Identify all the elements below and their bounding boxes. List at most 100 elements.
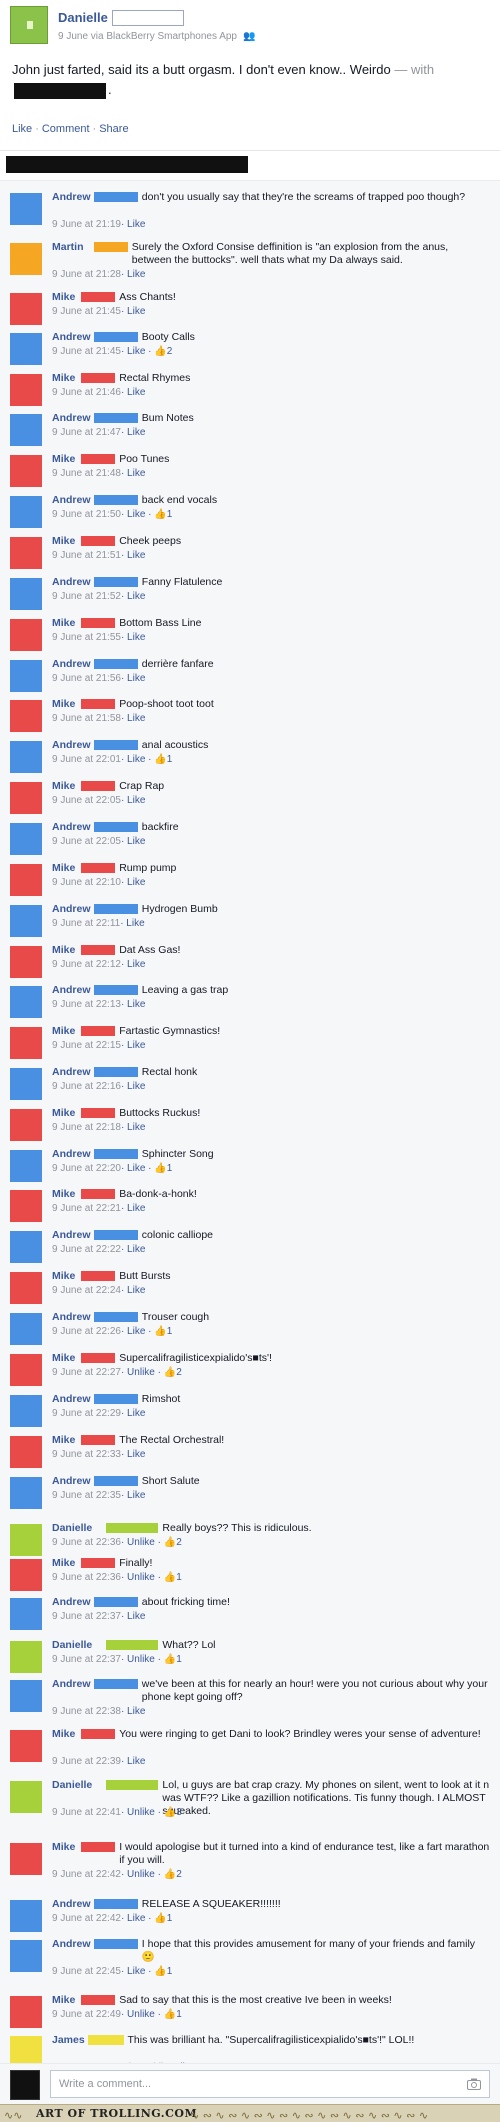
comment-like-link[interactable]: · Like	[121, 1122, 145, 1133]
commenter-avatar[interactable]	[10, 1272, 42, 1304]
comment-timestamp[interactable]: 9 June at 22:38	[52, 1706, 121, 1717]
comment-like-link[interactable]: · Like	[121, 1408, 145, 1419]
comment-timestamp[interactable]: 9 June at 21:46	[52, 387, 121, 398]
comment-like-link[interactable]: · Like	[121, 591, 145, 602]
comment-timestamp[interactable]: 9 June at 22:10	[52, 877, 121, 888]
commenter-name[interactable]: Andrew	[52, 1148, 91, 1160]
commenter-avatar[interactable]	[10, 619, 42, 651]
like-count[interactable]: 1	[167, 1913, 173, 1924]
comment-timestamp[interactable]: 9 June at 22:01	[52, 754, 121, 765]
commenter-name[interactable]: Mike	[52, 453, 75, 465]
commenter-name[interactable]: Andrew	[52, 739, 91, 751]
commenter-avatar[interactable]	[10, 414, 42, 446]
comment-timestamp[interactable]: 9 June at 22:37	[52, 1654, 121, 1665]
commenter-name[interactable]: Mike	[52, 944, 75, 956]
comment-timestamp[interactable]: 9 June at 22:36	[52, 1572, 121, 1583]
comment-timestamp[interactable]: 9 June at 22:21	[52, 1203, 121, 1214]
commenter-name[interactable]: Andrew	[52, 331, 91, 343]
comment-like-link[interactable]: · Like ·	[121, 754, 152, 765]
thumbs-up-icon[interactable]: 👍	[152, 1326, 166, 1337]
commenter-avatar[interactable]	[10, 1354, 42, 1386]
comment-timestamp[interactable]: 9 June at 21:51	[52, 550, 121, 561]
commenter-name[interactable]: Mike	[52, 780, 75, 792]
comment-like-link[interactable]: · Like ·	[121, 1913, 152, 1924]
thumbs-up-icon[interactable]: 👍	[161, 1537, 176, 1548]
comment-like-link[interactable]: · Like	[121, 468, 145, 479]
comment-timestamp[interactable]: 9 June at 22:13	[52, 999, 121, 1010]
thumbs-up-icon[interactable]: 👍	[161, 1654, 176, 1665]
comment-like-link[interactable]: · Like	[121, 1244, 145, 1255]
commenter-name[interactable]: Martin	[52, 241, 84, 253]
commenter-avatar[interactable]	[10, 1730, 42, 1762]
comment-timestamp[interactable]: 9 June at 21:45	[52, 306, 121, 317]
commenter-name[interactable]: Mike	[52, 862, 75, 874]
comment-timestamp[interactable]: 9 June at 22:18	[52, 1122, 121, 1133]
commenter-avatar[interactable]	[10, 660, 42, 692]
like-count[interactable]: 1	[176, 1654, 182, 1665]
commenter-avatar[interactable]	[10, 864, 42, 896]
comment-like-link[interactable]: · Like	[121, 632, 145, 643]
commenter-name[interactable]: Andrew	[52, 1596, 91, 1608]
commenter-name[interactable]: Andrew	[52, 1938, 91, 1950]
comment-timestamp[interactable]: 9 June at 22:16	[52, 1081, 121, 1092]
commenter-avatar[interactable]	[10, 293, 42, 325]
comment-timestamp[interactable]: 9 June at 21:47	[52, 427, 121, 438]
comment-like-link[interactable]: · Like	[121, 427, 145, 438]
commenter-avatar[interactable]	[10, 1524, 42, 1556]
commenter-name[interactable]: Andrew	[52, 1311, 91, 1323]
commenter-name[interactable]: Mike	[52, 1025, 75, 1037]
comment-timestamp[interactable]: 9 June at 21:28	[52, 269, 121, 280]
comment-like-link[interactable]: · Unlike ·	[121, 1869, 161, 1880]
thumbs-up-icon[interactable]: 👍	[152, 346, 166, 357]
comment-like-link[interactable]: · Unlike ·	[121, 2009, 161, 2020]
comment-timestamp[interactable]: 9 June at 22:42	[52, 1913, 121, 1924]
comment-like-link[interactable]: · Like	[121, 795, 145, 806]
commenter-name[interactable]: Andrew	[52, 1229, 91, 1241]
comment-like-link[interactable]: · Like	[121, 1449, 145, 1460]
commenter-name[interactable]: Mike	[52, 1728, 75, 1740]
commenter-name[interactable]: Mike	[52, 1188, 75, 1200]
post-author-name[interactable]: Danielle	[58, 10, 108, 25]
commenter-name[interactable]: Mike	[52, 1557, 75, 1569]
comment-like-link[interactable]: · Like	[121, 219, 145, 230]
commenter-avatar[interactable]	[10, 782, 42, 814]
like-count[interactable]: 2	[176, 1367, 182, 1378]
commenter-avatar[interactable]	[10, 1598, 42, 1630]
like-count[interactable]: 1	[176, 1572, 182, 1583]
comment-timestamp[interactable]: 9 June at 22:41	[52, 1807, 121, 1818]
commenter-name[interactable]: Mike	[52, 1434, 75, 1446]
commenter-avatar[interactable]	[10, 741, 42, 773]
commenter-name[interactable]: Mike	[52, 1352, 75, 1364]
commenter-avatar[interactable]	[10, 1313, 42, 1345]
commenter-name[interactable]: Danielle	[52, 1639, 92, 1651]
comment-timestamp[interactable]: 9 June at 21:58	[52, 713, 121, 724]
comment-timestamp[interactable]: 9 June at 22:05	[52, 836, 121, 847]
like-count[interactable]: 2	[176, 1537, 182, 1548]
thumbs-up-icon[interactable]: 👍	[161, 1869, 176, 1880]
comment-like-link[interactable]: · Unlike ·	[121, 1537, 161, 1548]
commenter-name[interactable]: Danielle	[52, 1522, 92, 1534]
commenter-name[interactable]: Mike	[52, 535, 75, 547]
comment-timestamp[interactable]: 9 June at 22:12	[52, 959, 121, 970]
commenter-avatar[interactable]	[10, 1940, 42, 1972]
commenter-name[interactable]: Andrew	[52, 1393, 91, 1405]
commenter-avatar[interactable]	[10, 1395, 42, 1427]
comment-like-link[interactable]: · Unlike ·	[121, 1654, 161, 1665]
like-count[interactable]: 1	[167, 754, 173, 765]
like-count[interactable]: 2	[176, 1869, 182, 1880]
comment-like-link[interactable]: · Like	[121, 306, 145, 317]
commenter-name[interactable]: Andrew	[52, 903, 91, 915]
comment-timestamp[interactable]: 9 June at 22:22	[52, 1244, 121, 1255]
commenter-name[interactable]: Mike	[52, 1107, 75, 1119]
commenter-avatar[interactable]	[10, 374, 42, 406]
comment-timestamp[interactable]: 9 June at 22:42	[52, 1869, 121, 1880]
commenter-avatar[interactable]	[10, 578, 42, 610]
commenter-name[interactable]: Andrew	[52, 1678, 91, 1690]
comment-like-link[interactable]: · Like	[121, 1756, 145, 1767]
commenter-name[interactable]: Andrew	[52, 658, 91, 670]
author-avatar[interactable]	[10, 6, 48, 44]
comment-timestamp[interactable]: 9 June at 22:11	[52, 918, 120, 929]
comment-timestamp[interactable]: 9 June at 22:26	[52, 1326, 121, 1337]
like-count[interactable]: 2	[167, 346, 173, 357]
commenter-name[interactable]: Mike	[52, 1270, 75, 1282]
